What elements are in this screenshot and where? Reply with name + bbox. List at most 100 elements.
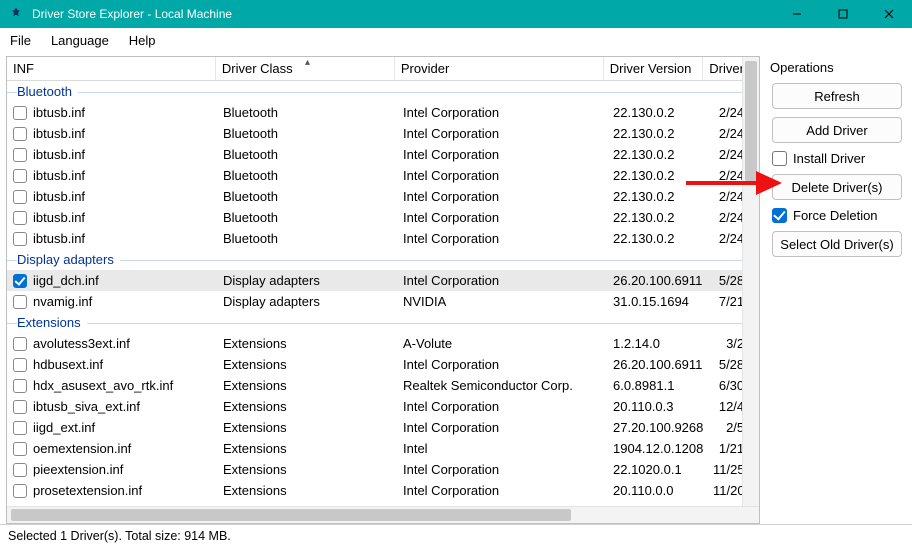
driver-row[interactable]: ibtusb.infBluetoothIntel Corporation22.1… xyxy=(7,186,759,207)
cell-inf: ibtusb.inf xyxy=(33,231,85,246)
driver-row[interactable]: ibtusb.infBluetoothIntel Corporation22.1… xyxy=(7,207,759,228)
add-driver-button[interactable]: Add Driver xyxy=(772,117,902,143)
cell-driver-version: 1.2.14.0 xyxy=(607,336,707,351)
row-checkbox[interactable] xyxy=(13,148,27,162)
cell-provider: Intel Corporation xyxy=(397,462,607,477)
cell-inf: iigd_dch.inf xyxy=(33,273,99,288)
driver-row[interactable]: prosetextension.infExtensionsIntel Corpo… xyxy=(7,480,759,501)
force-deletion-checkbox[interactable]: Force Deletion xyxy=(772,208,906,223)
cell-inf: ibtusb.inf xyxy=(33,105,85,120)
cell-driver-version: 20.110.0.0 xyxy=(607,483,707,498)
cell-provider: Intel Corporation xyxy=(397,483,607,498)
cell-driver-class: Bluetooth xyxy=(217,147,397,162)
row-checkbox[interactable] xyxy=(13,421,27,435)
row-checkbox[interactable] xyxy=(13,337,27,351)
cell-provider: Intel Corporation xyxy=(397,210,607,225)
column-provider[interactable]: Provider xyxy=(395,57,604,80)
row-checkbox[interactable] xyxy=(13,190,27,204)
cell-driver-version: 20.110.0.3 xyxy=(607,399,707,414)
driver-row[interactable]: iigd_ext.infExtensionsIntel Corporation2… xyxy=(7,417,759,438)
menu-language[interactable]: Language xyxy=(51,33,109,48)
cell-driver-version: 6.0.8981.1 xyxy=(607,378,707,393)
cell-driver-class: Display adapters xyxy=(217,273,397,288)
cell-provider: Intel Corporation xyxy=(397,420,607,435)
cell-driver-version: 26.20.100.6911 xyxy=(607,273,707,288)
group-header[interactable]: Extensions xyxy=(7,312,759,333)
menu-help[interactable]: Help xyxy=(129,33,156,48)
cell-driver-version: 22.1020.0.1 xyxy=(607,462,707,477)
titlebar: Driver Store Explorer - Local Machine xyxy=(0,0,912,28)
row-checkbox[interactable] xyxy=(13,211,27,225)
cell-provider: Intel Corporation xyxy=(397,231,607,246)
driver-row[interactable]: ibtusb_siva_ext.infExtensionsIntel Corpo… xyxy=(7,396,759,417)
driver-row[interactable]: ibtusb.infBluetoothIntel Corporation22.1… xyxy=(7,228,759,249)
group-label: Extensions xyxy=(17,315,87,330)
cell-inf: ibtusb_siva_ext.inf xyxy=(33,399,140,414)
row-checkbox[interactable] xyxy=(13,295,27,309)
row-checkbox[interactable] xyxy=(13,442,27,456)
close-button[interactable] xyxy=(866,0,912,28)
cell-driver-version: 27.20.100.9268 xyxy=(607,420,707,435)
select-old-drivers-button[interactable]: Select Old Driver(s) xyxy=(772,231,902,257)
operations-title: Operations xyxy=(770,60,906,75)
column-inf[interactable]: INF xyxy=(7,57,216,80)
row-checkbox[interactable] xyxy=(13,463,27,477)
cell-inf: hdx_asusext_avo_rtk.inf xyxy=(33,378,173,393)
driver-row[interactable]: ibtusb.infBluetoothIntel Corporation22.1… xyxy=(7,102,759,123)
maximize-button[interactable] xyxy=(820,0,866,28)
driver-row[interactable]: ibtusb.infBluetoothIntel Corporation22.1… xyxy=(7,144,759,165)
row-checkbox[interactable] xyxy=(13,274,27,288)
driver-row[interactable]: hdx_asusext_avo_rtk.infExtensionsRealtek… xyxy=(7,375,759,396)
row-checkbox[interactable] xyxy=(13,484,27,498)
driver-row[interactable]: avolutess3ext.infExtensionsA-Volute1.2.1… xyxy=(7,333,759,354)
row-checkbox[interactable] xyxy=(13,400,27,414)
row-checkbox[interactable] xyxy=(13,232,27,246)
cell-provider: Intel xyxy=(397,441,607,456)
install-driver-label: Install Driver xyxy=(793,151,865,166)
cell-driver-version: 22.130.0.2 xyxy=(607,105,707,120)
cell-inf: ibtusb.inf xyxy=(33,210,85,225)
menu-file[interactable]: File xyxy=(10,33,31,48)
cell-provider: Intel Corporation xyxy=(397,189,607,204)
column-headers: INF Driver Class Provider Driver Version… xyxy=(7,57,759,81)
cell-driver-version: 22.130.0.2 xyxy=(607,210,707,225)
horizontal-scrollbar[interactable] xyxy=(7,506,759,523)
menubar: File Language Help xyxy=(0,28,912,52)
sort-indicator-icon: ▴ xyxy=(305,57,310,68)
driver-row[interactable]: ibtusb.infBluetoothIntel Corporation22.1… xyxy=(7,123,759,144)
row-checkbox[interactable] xyxy=(13,106,27,120)
driver-row[interactable]: pieextension.infExtensionsIntel Corporat… xyxy=(7,459,759,480)
status-text: Selected 1 Driver(s). Total size: 914 MB… xyxy=(8,529,231,543)
row-checkbox[interactable] xyxy=(13,127,27,141)
group-header[interactable]: Bluetooth xyxy=(7,81,759,102)
row-checkbox[interactable] xyxy=(13,358,27,372)
minimize-button[interactable] xyxy=(774,0,820,28)
cell-inf: ibtusb.inf xyxy=(33,189,85,204)
statusbar: Selected 1 Driver(s). Total size: 914 MB… xyxy=(0,524,912,546)
install-driver-checkbox[interactable]: Install Driver xyxy=(772,151,906,166)
cell-driver-version: 31.0.15.1694 xyxy=(607,294,707,309)
column-driver-version[interactable]: Driver Version xyxy=(604,57,704,80)
delete-drivers-button[interactable]: Delete Driver(s) xyxy=(772,174,902,200)
group-header[interactable]: Display adapters xyxy=(7,249,759,270)
cell-provider: Intel Corporation xyxy=(397,273,607,288)
cell-driver-class: Extensions xyxy=(217,441,397,456)
row-checkbox[interactable] xyxy=(13,169,27,183)
cell-inf: pieextension.inf xyxy=(33,462,123,477)
driver-list-panel: INF Driver Class Provider Driver Version… xyxy=(6,56,760,524)
vertical-scrollbar[interactable] xyxy=(742,57,759,506)
cell-driver-version: 22.130.0.2 xyxy=(607,147,707,162)
driver-list-body[interactable]: Bluetoothibtusb.infBluetoothIntel Corpor… xyxy=(7,81,759,523)
cell-driver-class: Bluetooth xyxy=(217,168,397,183)
row-checkbox[interactable] xyxy=(13,379,27,393)
cell-driver-class: Extensions xyxy=(217,483,397,498)
cell-inf: ibtusb.inf xyxy=(33,147,85,162)
driver-row[interactable]: iigd_dch.inf Display adaptersIntel Corpor… xyxy=(7,270,759,291)
driver-row[interactable]: oemextension.infExtensionsIntel1904.12.0… xyxy=(7,438,759,459)
refresh-button[interactable]: Refresh xyxy=(772,83,902,109)
group-label: Bluetooth xyxy=(17,84,78,99)
cell-provider: Intel Corporation xyxy=(397,126,607,141)
driver-row[interactable]: hdbusext.infExtensionsIntel Corporation2… xyxy=(7,354,759,375)
driver-row[interactable]: ibtusb.infBluetoothIntel Corporation22.1… xyxy=(7,165,759,186)
driver-row[interactable]: nvamig.infDisplay adaptersNVIDIA31.0.15.… xyxy=(7,291,759,312)
